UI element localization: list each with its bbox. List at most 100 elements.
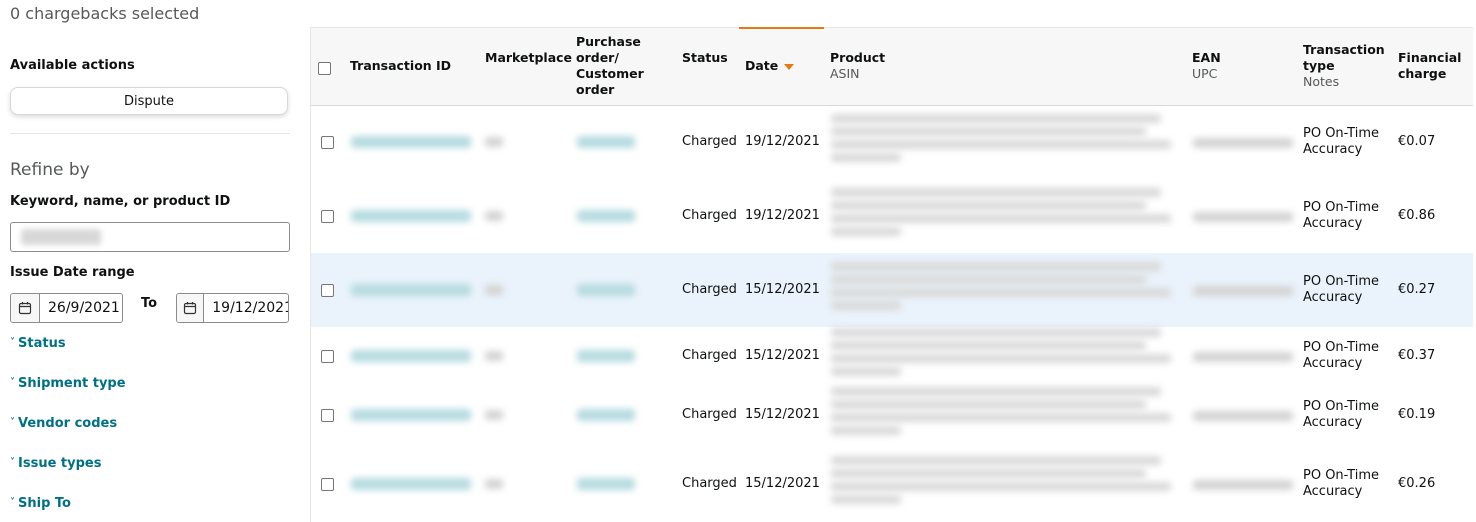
col-transaction-type[interactable]: Transaction type Notes [1303, 42, 1385, 90]
redacted-marketplace [485, 137, 503, 147]
date-to-field[interactable]: 19/12/2021 [176, 293, 289, 323]
row-date: 15/12/2021 [745, 476, 820, 491]
calendar-icon[interactable] [11, 294, 40, 322]
col-charge-line1: Financial [1398, 50, 1462, 65]
row-date: 19/12/2021 [745, 134, 820, 149]
redacted-transaction-id-link[interactable] [351, 136, 471, 148]
col-financial-charge[interactable]: Financial charge [1398, 50, 1461, 82]
redacted-marketplace [485, 410, 503, 420]
row-status: Charged [682, 407, 737, 422]
redacted-purchase-order-link[interactable] [577, 409, 635, 421]
row-financial-charge: €0.27 [1398, 282, 1436, 297]
redacted-purchase-order-link[interactable] [577, 210, 635, 222]
calendar-icon[interactable] [177, 294, 205, 322]
row-type-line2: Accuracy [1303, 216, 1363, 231]
redacted-transaction-id-link[interactable] [351, 350, 471, 362]
redacted-product-line [831, 413, 1171, 422]
issue-date-label: Issue Date range [10, 265, 135, 280]
redacted-ean [1193, 212, 1293, 222]
table-row[interactable]: Charged 15/12/2021 PO On-Time Accuracy €… [311, 445, 1473, 522]
redacted-ean [1193, 138, 1293, 148]
redacted-product-line [831, 114, 1161, 123]
row-type-line1: PO On-Time [1303, 200, 1379, 215]
row-financial-charge: €0.26 [1398, 476, 1436, 491]
table-row[interactable]: Charged 19/12/2021 PO On-Time Accuracy €… [311, 104, 1473, 179]
redacted-transaction-id-link[interactable] [351, 210, 471, 222]
col-date-label: Date [745, 58, 779, 73]
col-transaction-id[interactable]: Transaction ID [350, 58, 451, 74]
col-type-sub: Notes [1303, 74, 1340, 89]
redacted-purchase-order-link[interactable] [577, 284, 635, 296]
keyword-search-input[interactable] [10, 222, 290, 252]
row-date: 15/12/2021 [745, 282, 820, 297]
col-type-line2: type [1303, 58, 1335, 73]
table-row[interactable]: Charged 15/12/2021 PO On-Time Accuracy €… [311, 385, 1473, 445]
row-transaction-type: PO On-Time Accuracy [1303, 340, 1379, 372]
col-po-line4: order [576, 82, 615, 97]
redacted-ean [1193, 352, 1293, 362]
col-po-line3: Customer [576, 66, 644, 81]
refine-by-heading: Refine by [10, 160, 90, 180]
row-checkbox[interactable] [321, 136, 334, 149]
table-row[interactable]: Charged 15/12/2021 PO On-Time Accuracy €… [311, 327, 1473, 385]
keyword-label: Keyword, name, or product ID [10, 194, 231, 209]
row-type-line2: Accuracy [1303, 484, 1363, 499]
row-checkbox[interactable] [321, 409, 334, 422]
col-ean[interactable]: EAN UPC [1192, 50, 1221, 82]
col-product-label: Product [830, 50, 886, 65]
filter-label: Shipment type [18, 376, 126, 391]
row-checkbox[interactable] [321, 284, 334, 297]
filter-vendor-codes[interactable]: ˅ Vendor codes [10, 416, 117, 431]
col-product-sub: ASIN [830, 66, 860, 81]
redacted-marketplace [485, 285, 503, 295]
redacted-product-line [831, 275, 1146, 284]
filter-status[interactable]: ˅ Status [10, 336, 66, 351]
col-po-line2: order/ [576, 50, 619, 65]
col-po-line1: Purchase [576, 34, 641, 49]
col-product[interactable]: Product ASIN [830, 50, 885, 82]
row-type-line1: PO On-Time [1303, 340, 1379, 355]
filter-shipment-type[interactable]: ˅ Shipment type [10, 376, 126, 391]
col-ean-sub: UPC [1192, 66, 1218, 81]
row-type-line2: Accuracy [1303, 415, 1363, 430]
row-date: 15/12/2021 [745, 407, 820, 422]
row-type-line1: PO On-Time [1303, 399, 1379, 414]
redacted-ean [1193, 480, 1293, 490]
redacted-asin [831, 495, 901, 504]
date-from-field[interactable]: 26/9/2021 [10, 293, 123, 323]
col-status[interactable]: Status [682, 50, 728, 66]
redacted-marketplace [485, 479, 503, 489]
chargebacks-table: Transaction ID Marketplace Purchase orde… [310, 27, 1473, 522]
redacted-asin [831, 367, 901, 376]
redacted-product-line [831, 400, 1146, 409]
row-status: Charged [682, 134, 737, 149]
row-financial-charge: €0.37 [1398, 348, 1436, 363]
col-purchase-order[interactable]: Purchase order/ Customer order [576, 34, 644, 98]
row-checkbox[interactable] [321, 350, 334, 363]
col-date[interactable]: Date [745, 58, 795, 74]
row-checkbox[interactable] [321, 478, 334, 491]
select-all-checkbox[interactable] [318, 62, 331, 75]
filter-issue-types[interactable]: ˅ Issue types [10, 456, 101, 471]
redacted-transaction-id-link[interactable] [351, 478, 471, 490]
date-from-value: 26/9/2021 [48, 300, 120, 316]
filter-ship-to[interactable]: ˅ Ship To [10, 496, 71, 511]
col-marketplace[interactable]: Marketplace [485, 50, 572, 66]
row-type-line1: PO On-Time [1303, 468, 1379, 483]
redacted-purchase-order-link[interactable] [577, 478, 635, 490]
redacted-product-line [831, 328, 1161, 337]
chevron-down-icon: ˅ [10, 497, 15, 508]
redacted-transaction-id-link[interactable] [351, 284, 471, 296]
table-row[interactable]: Charged 15/12/2021 PO On-Time Accuracy €… [311, 253, 1473, 327]
chevron-down-icon: ˅ [10, 417, 15, 428]
table-row[interactable]: Charged 19/12/2021 PO On-Time Accuracy €… [311, 179, 1473, 253]
row-checkbox[interactable] [321, 210, 334, 223]
redacted-transaction-id-link[interactable] [351, 409, 471, 421]
row-transaction-type: PO On-Time Accuracy [1303, 399, 1379, 431]
row-transaction-type: PO On-Time Accuracy [1303, 126, 1379, 158]
table-header: Transaction ID Marketplace Purchase orde… [311, 27, 1473, 106]
redacted-purchase-order-link[interactable] [577, 350, 635, 362]
row-status: Charged [682, 476, 737, 491]
redacted-purchase-order-link[interactable] [577, 136, 635, 148]
dispute-button[interactable]: Dispute [10, 87, 288, 115]
